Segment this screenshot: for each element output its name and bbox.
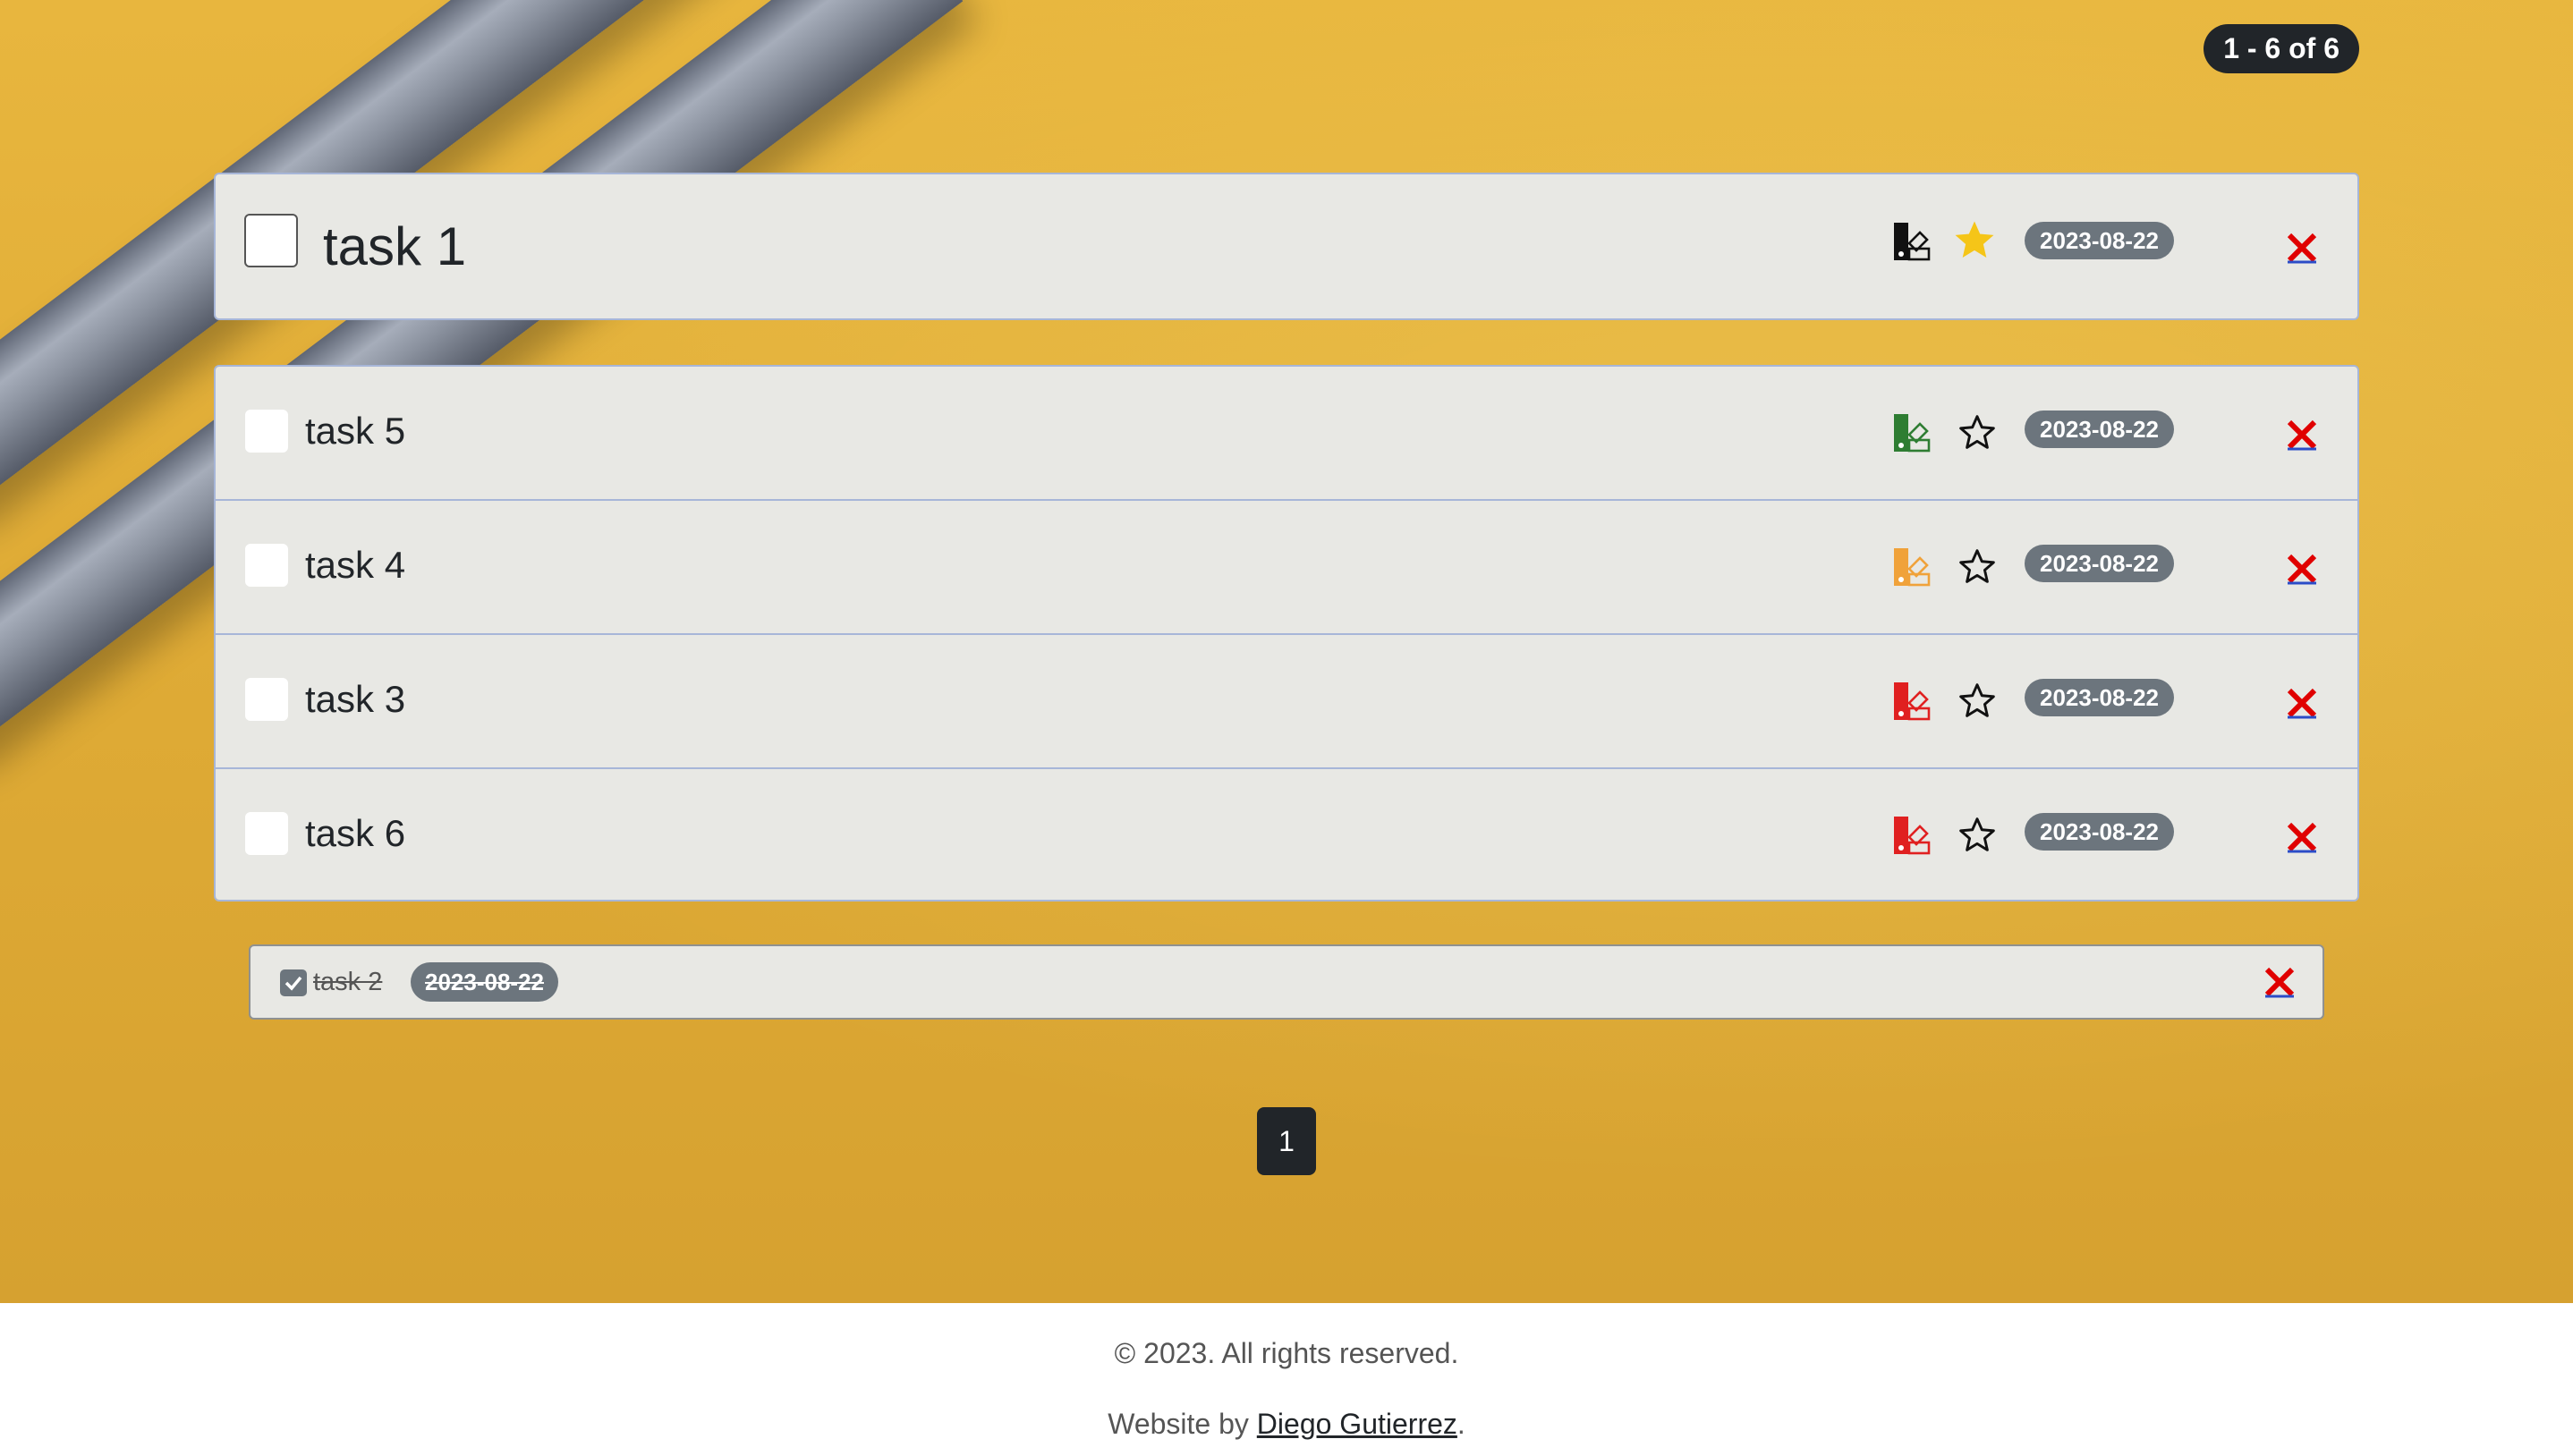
credit-suffix: . [1456, 1408, 1465, 1440]
due-date-badge: 2023-08-22 [2025, 813, 2174, 851]
task-label[interactable]: task 1 [323, 216, 466, 277]
due-date-badge: 2023-08-22 [411, 962, 558, 1002]
task-label[interactable]: task 3 [305, 678, 405, 721]
star-icon[interactable] [1955, 221, 1994, 260]
task-checkbox-checked[interactable] [280, 969, 307, 996]
task-checkbox[interactable] [244, 214, 298, 267]
task-label[interactable]: task 5 [305, 410, 405, 453]
task-row: task 4 2023-08-22 [216, 501, 2357, 635]
delete-x-icon[interactable] [2284, 819, 2320, 855]
pagination-page-button[interactable]: 1 [1257, 1107, 1316, 1175]
task-label[interactable]: task 4 [305, 544, 405, 587]
due-date-badge: 2023-08-22 [2025, 222, 2174, 259]
delete-x-icon[interactable] [2284, 230, 2320, 266]
star-icon[interactable] [1957, 413, 1997, 453]
task-checkbox[interactable] [245, 544, 288, 587]
priority-swatch-icon[interactable] [1893, 681, 1931, 721]
credit-prefix: Website by [1108, 1408, 1257, 1440]
starred-task-card: task 1 2023-08-22 [214, 173, 2359, 320]
star-icon[interactable] [1957, 816, 1997, 855]
task-label[interactable]: task 6 [305, 812, 405, 855]
completed-task-label[interactable]: task 2 [313, 968, 382, 997]
due-date-badge: 2023-08-22 [2025, 545, 2174, 582]
author-link[interactable]: Diego Gutierrez [1257, 1408, 1457, 1440]
copyright-text: © 2023. All rights reserved. [1114, 1337, 1459, 1369]
task-list: task 5 2023-08-22 task 4 2023-08-22 task… [214, 365, 2359, 902]
delete-x-icon[interactable] [2284, 685, 2320, 721]
delete-x-icon[interactable] [2284, 417, 2320, 453]
task-checkbox[interactable] [245, 812, 288, 855]
priority-swatch-icon[interactable] [1893, 413, 1931, 453]
task-row: task 3 2023-08-22 [216, 635, 2357, 769]
credit-line: Website by Diego Gutierrez. [0, 1408, 2573, 1441]
task-count-badge: 1 - 6 of 6 [2204, 24, 2359, 73]
delete-x-icon[interactable] [2262, 964, 2297, 1000]
completed-task-card: task 2 2023-08-22 [249, 944, 2324, 1020]
checkmark-icon [284, 976, 302, 991]
delete-x-icon[interactable] [2284, 551, 2320, 587]
due-date-badge: 2023-08-22 [2025, 679, 2174, 716]
task-row: task 5 2023-08-22 [216, 367, 2357, 501]
priority-swatch-icon[interactable] [1893, 816, 1931, 855]
footer: © 2023. All rights reserved. Website by … [0, 1303, 2573, 1456]
priority-swatch-icon[interactable] [1893, 222, 1931, 261]
task-row: task 6 2023-08-22 [216, 769, 2357, 900]
star-icon[interactable] [1957, 547, 1997, 587]
task-checkbox[interactable] [245, 410, 288, 453]
star-icon[interactable] [1957, 681, 1997, 721]
task-checkbox[interactable] [245, 678, 288, 721]
priority-swatch-icon[interactable] [1893, 547, 1931, 587]
due-date-badge: 2023-08-22 [2025, 411, 2174, 448]
